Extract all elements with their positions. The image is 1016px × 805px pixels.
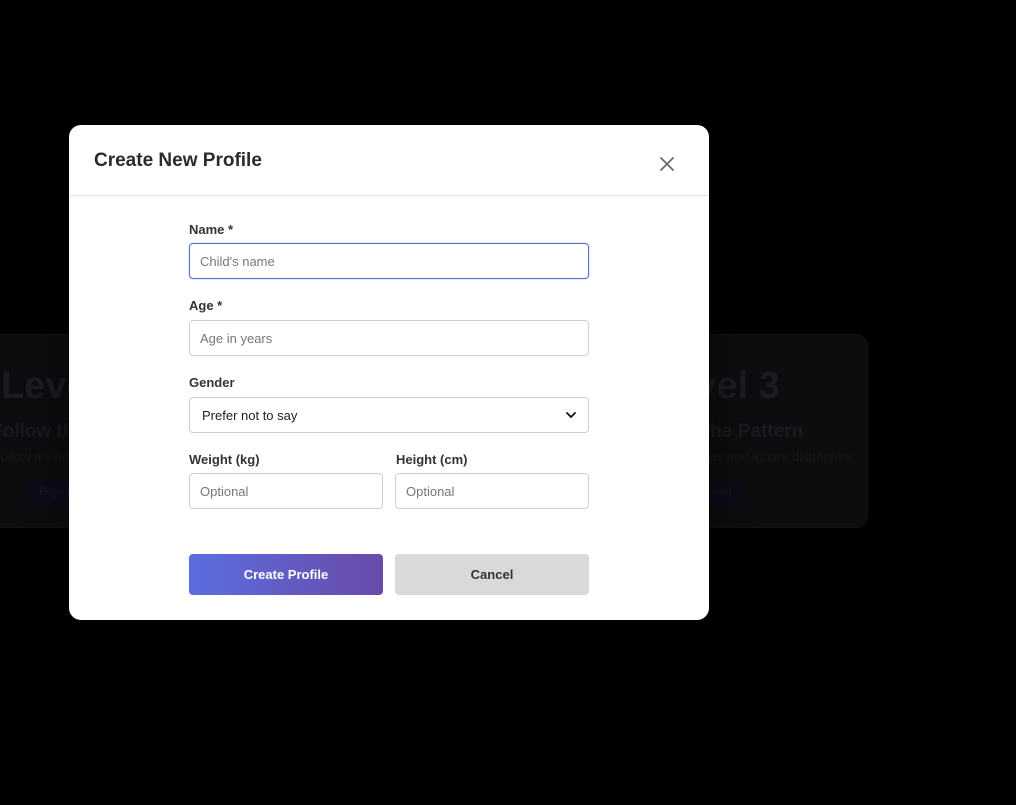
chevron-down-icon <box>566 411 576 418</box>
modal-title: Create New Profile <box>94 150 262 171</box>
height-input[interactable] <box>395 473 589 509</box>
create-profile-button[interactable]: Create Profile <box>189 554 383 595</box>
gender-select-value: Prefer not to say <box>202 407 298 423</box>
close-button[interactable] <box>655 152 679 176</box>
modal-header: Create New Profile <box>69 125 709 196</box>
height-label: Height (cm) <box>396 452 468 467</box>
weight-label: Weight (kg) <box>189 452 260 467</box>
gender-label: Gender <box>189 375 235 390</box>
weight-input[interactable] <box>189 473 383 509</box>
gender-select[interactable]: Prefer not to say <box>189 397 589 433</box>
age-input[interactable] <box>189 320 589 356</box>
create-profile-modal: Create New Profile Name * Age * Gender P… <box>69 125 709 620</box>
cancel-button[interactable]: Cancel <box>395 554 589 595</box>
name-label: Name * <box>189 222 234 237</box>
age-label: Age * <box>189 298 223 313</box>
close-icon <box>660 157 674 171</box>
name-input[interactable] <box>189 243 589 279</box>
